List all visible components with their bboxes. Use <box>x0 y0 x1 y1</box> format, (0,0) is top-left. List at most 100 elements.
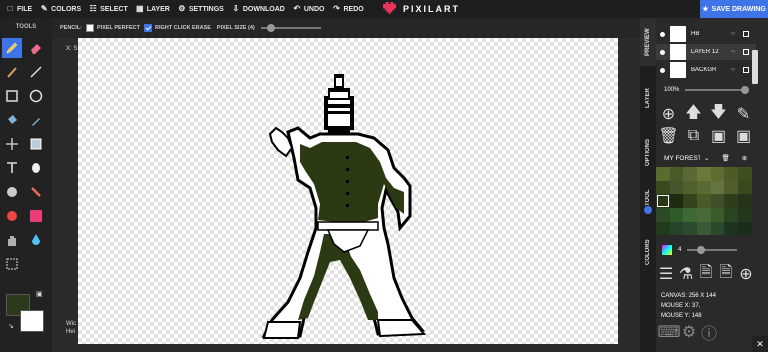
palette-swatch[interactable] <box>710 167 725 181</box>
merge-up-icon[interactable]: ▣ <box>711 128 726 145</box>
select-tool[interactable] <box>26 134 46 154</box>
drawing-canvas[interactable] <box>78 38 618 344</box>
palette-swatch[interactable] <box>697 167 711 181</box>
move-layer-down-icon[interactable]: 🡇 <box>710 104 726 121</box>
palette-swatch[interactable] <box>738 180 752 195</box>
layer-item[interactable]: LAYER 12 ∞ <box>656 44 756 60</box>
menu-redo[interactable]: ↷ REDO <box>332 5 364 13</box>
lock-icon[interactable]: ∞ <box>731 31 735 37</box>
layer-item[interactable]: HB ∞ <box>656 26 756 42</box>
layer-select-checkbox[interactable] <box>743 49 750 55</box>
palette-swatch[interactable] <box>656 221 670 236</box>
mirror-tool[interactable] <box>26 158 46 178</box>
pixel-perfect-checkbox[interactable] <box>86 24 94 32</box>
tab-preview[interactable]: PREVIEW <box>640 18 656 66</box>
eraser-tool[interactable] <box>26 38 46 58</box>
palette-swatch[interactable] <box>710 194 725 209</box>
delete-layer-icon[interactable]: 🗑 <box>658 128 678 145</box>
palette-swatch[interactable] <box>738 221 752 236</box>
palette-swatch[interactable] <box>710 221 725 236</box>
settings-icon[interactable]: ⚙ <box>682 324 696 341</box>
add-color-icon[interactable]: ⊕ <box>739 266 752 283</box>
layer-item[interactable]: BACKGR ∞ <box>656 62 756 78</box>
tab-colors[interactable]: COLORS <box>640 232 656 272</box>
palette-size-slider-knob[interactable] <box>697 246 706 254</box>
palette-name[interactable]: MY FOREST <box>664 155 700 162</box>
layer-visibility-icon[interactable] <box>660 49 665 55</box>
shade-tool[interactable] <box>26 182 46 202</box>
dither-tool[interactable] <box>2 182 22 202</box>
fill-tool[interactable] <box>2 110 22 130</box>
palette-swatch[interactable] <box>669 221 684 236</box>
brush-tool[interactable] <box>2 62 22 82</box>
stamp-tool[interactable] <box>2 206 22 226</box>
palette-swatch[interactable] <box>697 208 711 222</box>
palette-swatch[interactable] <box>683 221 698 236</box>
palette-swatch[interactable] <box>697 221 711 236</box>
duplicate-layer-icon[interactable]: ⧉ <box>688 127 699 144</box>
export-palette-icon[interactable]: 🗎 <box>720 264 733 281</box>
add-palette-icon[interactable]: ⊕ <box>742 154 747 162</box>
reset-colors-icon[interactable]: ↘ <box>8 322 14 330</box>
palette-swatch[interactable] <box>738 194 752 209</box>
layer-opacity-slider-knob[interactable] <box>741 86 750 94</box>
layer-visibility-icon[interactable] <box>660 31 665 37</box>
chevron-down-icon[interactable]: ⌄ <box>704 154 709 162</box>
palette-swatch[interactable] <box>656 180 670 195</box>
palette-swatch[interactable] <box>656 208 670 222</box>
save-drawing-button[interactable]: ★ SAVE DRAWING <box>700 0 768 18</box>
palette-swatch[interactable] <box>683 194 698 209</box>
line-tool[interactable] <box>26 62 46 82</box>
help-icon[interactable]: ⓘ <box>701 326 717 343</box>
lock-icon[interactable]: ∞ <box>731 49 735 55</box>
menu-settings[interactable]: ⚙ SETTINGS <box>178 5 224 13</box>
palette-size-slider[interactable] <box>687 246 738 254</box>
palette-swatch[interactable] <box>738 208 752 222</box>
layer-visibility-icon[interactable] <box>660 67 665 73</box>
circle-tool[interactable] <box>26 86 46 106</box>
palette-swatch[interactable] <box>656 167 670 181</box>
color-picker-tool[interactable] <box>26 110 46 130</box>
menu-download[interactable]: ⇩ DOWNLOAD <box>232 5 285 13</box>
palette-swatch[interactable] <box>669 167 684 181</box>
palette-swatch[interactable] <box>656 194 670 209</box>
pixel-size-slider[interactable] <box>260 24 321 32</box>
flask-icon[interactable]: ⚗ <box>679 266 693 283</box>
menu-colors[interactable]: ✎ COLORS <box>40 5 81 13</box>
palette-swatch[interactable] <box>724 180 739 195</box>
palette-swatch[interactable] <box>683 208 698 222</box>
menu-undo[interactable]: ↶ UNDO <box>293 5 325 13</box>
drop-tool[interactable] <box>26 230 46 250</box>
keyboard-icon[interactable]: ⌨ <box>657 324 680 341</box>
palette-swatch[interactable] <box>669 194 684 209</box>
layer-opacity-slider[interactable] <box>685 86 750 94</box>
layer-select-checkbox[interactable] <box>743 31 750 37</box>
palette-swatch[interactable] <box>724 194 739 209</box>
palette-swatch[interactable] <box>738 167 752 181</box>
menu-layer[interactable]: ▦ LAYER <box>136 5 170 13</box>
tab-layer[interactable]: LAYER <box>640 74 656 122</box>
move-layer-up-icon[interactable]: 🡅 <box>685 104 701 121</box>
layer-select-checkbox[interactable] <box>743 67 750 73</box>
resize-tool[interactable] <box>2 254 22 274</box>
palette-swatch[interactable] <box>683 180 698 195</box>
palette-swatch[interactable] <box>669 180 684 195</box>
move-tool[interactable] <box>2 134 22 154</box>
palette-swatch[interactable] <box>724 221 739 236</box>
palette-swatch[interactable] <box>724 167 739 181</box>
text-tool[interactable] <box>2 158 22 178</box>
rectangle-tool[interactable] <box>2 86 22 106</box>
close-icon[interactable]: ✕ <box>752 336 768 352</box>
menu-select[interactable]: ☷ SELECT <box>89 5 128 13</box>
list-icon[interactable]: ☰ <box>659 266 673 283</box>
gradient-tool[interactable] <box>26 206 46 226</box>
hand-tool[interactable] <box>2 230 22 250</box>
right-click-erase-checkbox[interactable] <box>144 24 152 32</box>
palette-swatch[interactable] <box>683 167 698 181</box>
palette-swatch[interactable] <box>697 194 711 209</box>
import-palette-icon[interactable]: 🗎 <box>700 264 713 281</box>
merge-down-icon[interactable]: ▣ <box>736 128 751 145</box>
lock-icon[interactable]: ∞ <box>731 67 735 73</box>
secondary-color-swatch[interactable] <box>20 310 44 332</box>
menu-file[interactable]: □ FILE <box>6 5 33 13</box>
